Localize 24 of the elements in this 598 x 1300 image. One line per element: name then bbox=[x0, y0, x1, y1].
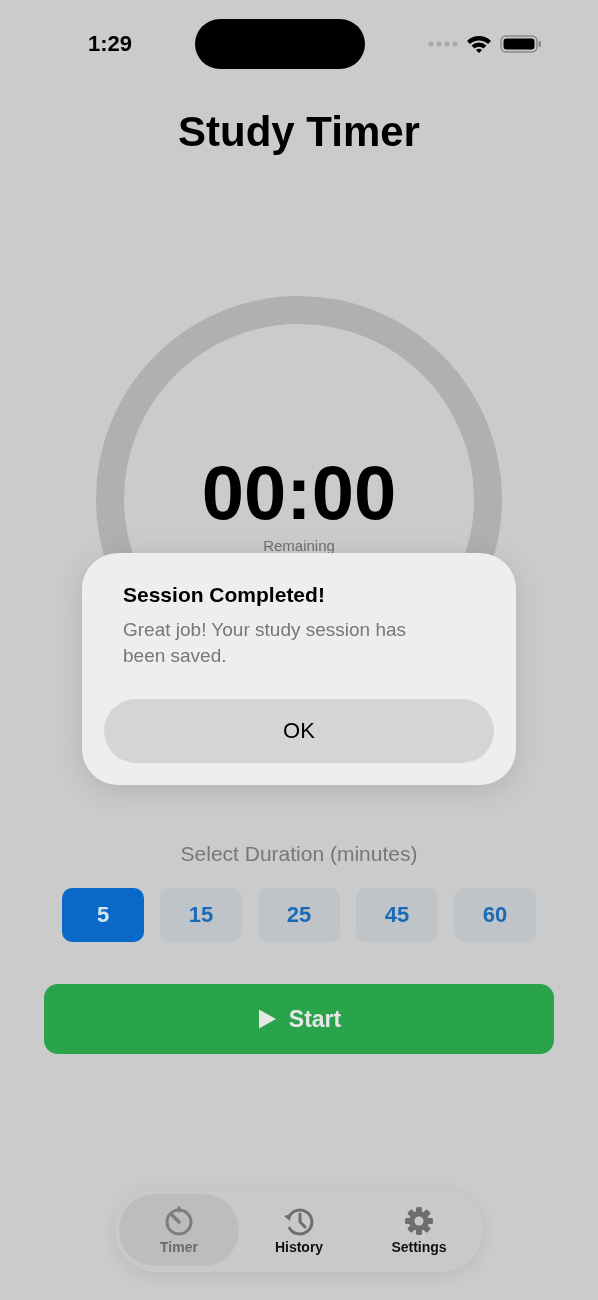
status-time: 1:29 bbox=[88, 31, 134, 57]
duration-label: Select Duration (minutes) bbox=[180, 842, 418, 866]
wifi-icon bbox=[466, 34, 492, 54]
timer-readout: 00:00 bbox=[201, 454, 397, 531]
signal-icon bbox=[428, 40, 458, 48]
alert-title: Session Completed! bbox=[123, 583, 326, 607]
tab-item[interactable]: Timer bbox=[119, 1194, 239, 1266]
clock-arrow-icon bbox=[283, 1205, 315, 1237]
duration-chip[interactable]: 45 bbox=[356, 888, 438, 942]
alert-message: Great job! Your study session has been saved. bbox=[123, 618, 408, 668]
ok-button[interactable]: OK bbox=[104, 699, 494, 763]
duration-chip[interactable]: 15 bbox=[160, 888, 242, 942]
start-button[interactable]: Start bbox=[44, 984, 554, 1054]
timer-caption: Remaining bbox=[263, 536, 335, 554]
duration-chip[interactable]: 5 bbox=[62, 888, 144, 942]
timer-icon bbox=[163, 1205, 195, 1237]
tab-item[interactable]: Settings bbox=[359, 1194, 479, 1266]
duration-chip[interactable]: 25 bbox=[258, 888, 340, 942]
tab-item[interactable]: History bbox=[239, 1194, 359, 1266]
duration-chip[interactable]: 60 bbox=[454, 888, 536, 942]
play-icon bbox=[256, 1008, 277, 1030]
screen-title: Study Timer bbox=[178, 108, 420, 156]
battery-icon bbox=[500, 34, 542, 54]
settings-icon bbox=[403, 1205, 435, 1237]
